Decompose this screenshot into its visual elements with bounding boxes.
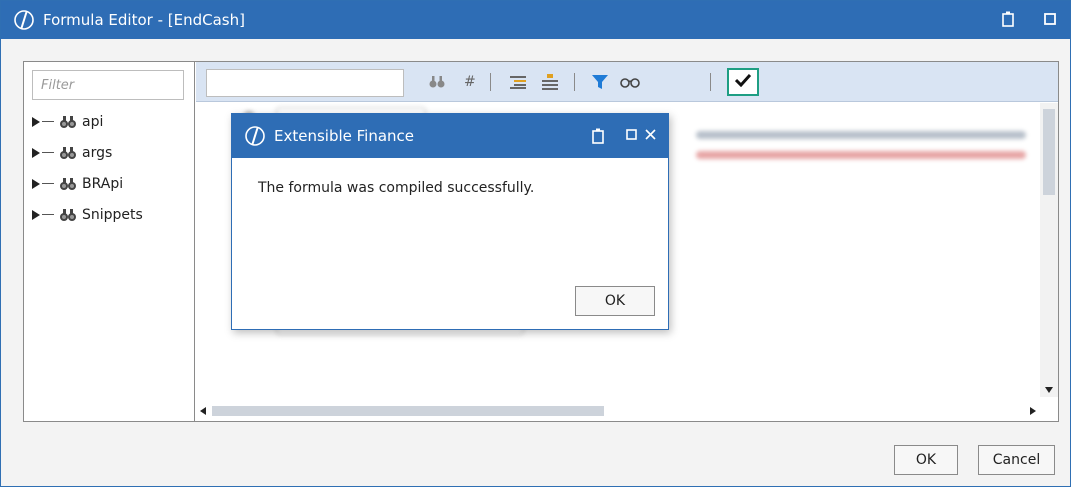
tree-connector [42,121,54,122]
message-dialog: Extensible Finance The formula was compi… [231,113,669,330]
dialog-title: Extensible Finance [274,127,415,145]
tree-item-label: args [82,144,113,161]
app-logo-icon [244,125,266,147]
object-browser-panel: api args BRApi Sn [24,62,195,421]
find-binoculars-icon[interactable] [428,71,446,93]
expand-arrow-icon[interactable] [32,178,42,190]
expand-arrow-icon[interactable] [32,147,42,159]
tree-item-snippets[interactable]: Snippets [32,199,143,230]
horizontal-scrollbar[interactable] [196,401,1040,421]
tree-connector [42,152,54,153]
editor-toolbar: # [196,62,1058,102]
window-title-bar[interactable]: Formula Editor - [EndCash] [1,1,1070,39]
obscured-code [696,151,1026,159]
restore-dialog-icon[interactable] [588,126,608,146]
find-input[interactable] [206,69,404,97]
toolbar-separator [574,73,575,91]
glasses-icon[interactable] [620,71,640,93]
binoculars-icon [58,145,78,161]
scroll-right-icon[interactable] [1030,407,1036,415]
horizontal-scroll-thumb[interactable] [212,406,604,416]
dialog-ok-button[interactable]: OK [575,286,655,316]
restore-window-icon[interactable] [998,9,1018,29]
vertical-scrollbar[interactable] [1040,103,1058,397]
tree-connector [42,214,54,215]
expand-arrow-icon[interactable] [32,209,42,221]
maximize-window-icon[interactable] [1040,9,1060,29]
filter-input[interactable] [32,70,184,100]
compile-check-button[interactable] [727,68,759,96]
tree-connector [42,183,54,184]
toolbar-separator [710,73,711,91]
checkmark-icon [734,73,752,91]
binoculars-icon [58,207,78,223]
binoculars-icon [58,176,78,192]
tree-item-args[interactable]: args [32,137,143,168]
tree-item-label: BRApi [82,175,124,192]
scroll-down-icon[interactable] [1045,387,1053,393]
dialog-message: The formula was compiled successfully. [258,180,535,196]
close-dialog-icon[interactable] [645,128,656,144]
ok-button[interactable]: OK [894,445,958,475]
window-title: Formula Editor - [EndCash] [43,11,245,29]
indent-icon[interactable] [542,71,558,93]
binoculars-icon [58,114,78,130]
dialog-title-bar[interactable]: Extensible Finance [232,114,668,158]
tree-item-label: Snippets [82,206,143,223]
expand-arrow-icon[interactable] [32,116,42,128]
dialog-window-controls [626,126,656,146]
outdent-icon[interactable] [510,71,526,93]
maximize-dialog-icon[interactable] [626,128,637,144]
filter-icon[interactable] [592,71,608,93]
vertical-scroll-thumb[interactable] [1043,109,1055,195]
obscured-code [696,131,1026,139]
hash-icon[interactable]: # [464,71,476,93]
object-tree: api args BRApi Snippets [32,106,143,230]
tree-item-brapi[interactable]: BRApi [32,168,143,199]
app-logo-icon [13,9,35,31]
cancel-button[interactable]: Cancel [978,445,1055,475]
tree-item-label: api [82,113,104,130]
toolbar-separator [490,73,491,91]
scroll-left-icon[interactable] [200,407,206,415]
tree-item-api[interactable]: api [32,106,143,137]
